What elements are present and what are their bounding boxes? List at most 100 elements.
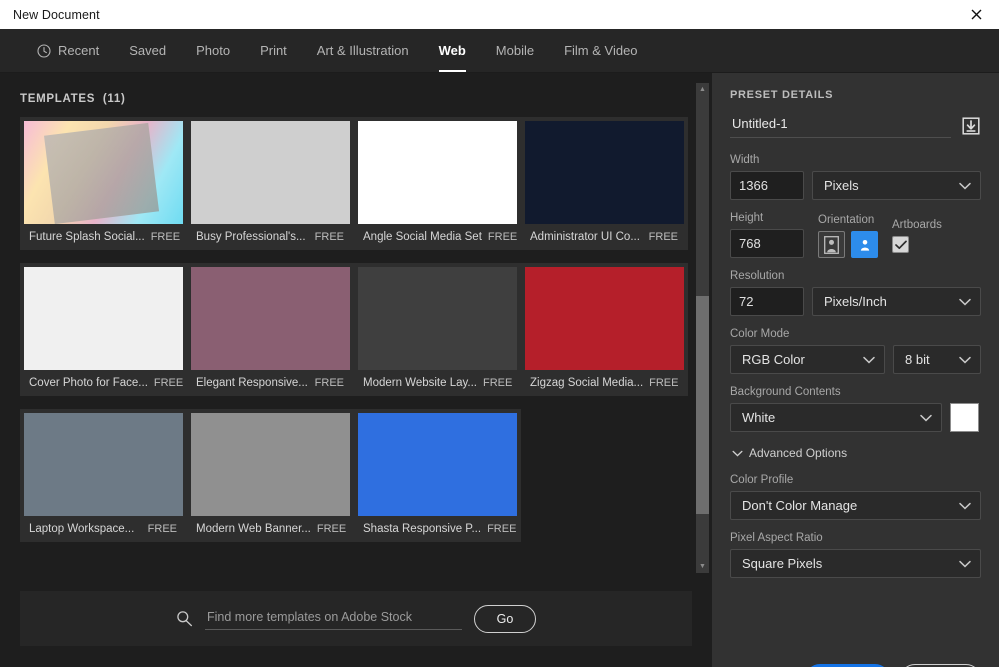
template-name: Shasta Responsive P... xyxy=(363,523,482,535)
stock-search-input[interactable] xyxy=(205,607,462,630)
template-name: Future Splash Social... xyxy=(29,231,145,243)
template-thumbnail xyxy=(191,413,350,516)
template-thumbnail xyxy=(24,413,183,516)
template-card[interactable]: Elegant Responsive... FREE xyxy=(187,263,354,396)
tab-recent[interactable]: Recent xyxy=(22,29,114,72)
preset-details-title: PRESET DETAILS xyxy=(730,89,834,101)
template-card[interactable]: Modern Website Lay... FREE xyxy=(354,263,521,396)
template-thumbnail-art xyxy=(358,267,517,370)
pixel-aspect-select[interactable]: Square Pixels xyxy=(730,549,981,578)
artboards-group: Artboards xyxy=(892,219,942,258)
advanced-options-toggle[interactable]: Advanced Options xyxy=(732,446,981,460)
background-contents-select[interactable]: White xyxy=(730,403,942,432)
template-card[interactable]: Shasta Responsive P... FREE xyxy=(354,409,521,542)
resolution-row: Pixels/Inch xyxy=(730,287,981,316)
template-card[interactable]: Modern Web Banner... FREE xyxy=(187,409,354,542)
template-price: FREE xyxy=(648,231,678,243)
templates-header-label: TEMPLATES xyxy=(20,93,96,105)
chevron-down-icon xyxy=(920,414,932,421)
pixel-aspect-label: Pixel Aspect Ratio xyxy=(730,532,823,544)
tab-mobile[interactable]: Mobile xyxy=(481,29,549,72)
orientation-buttons xyxy=(818,231,878,258)
orientation-landscape-button[interactable] xyxy=(851,231,878,258)
color-mode-row: RGB Color 8 bit xyxy=(730,345,981,374)
tab-mobile-label: Mobile xyxy=(495,43,535,58)
height-orientation-row: Height Orientation xyxy=(730,212,981,258)
template-label: Elegant Responsive... FREE xyxy=(191,370,350,396)
width-group: Width Pixels xyxy=(730,154,981,212)
scroll-down-icon[interactable]: ▼ xyxy=(696,560,709,573)
background-contents-value: White xyxy=(742,410,776,425)
resolution-unit-select[interactable]: Pixels/Inch xyxy=(812,287,981,316)
chevron-down-icon xyxy=(959,356,971,363)
advanced-options-label: Advanced Options xyxy=(749,446,848,460)
scrollbar-thumb[interactable] xyxy=(696,296,709,514)
resolution-input[interactable] xyxy=(730,287,804,316)
tab-web[interactable]: Web xyxy=(424,29,481,72)
tab-print[interactable]: Print xyxy=(245,29,302,72)
width-input[interactable] xyxy=(730,171,804,200)
scroll-up-icon[interactable]: ▲ xyxy=(696,83,709,96)
template-label: Cover Photo for Face... FREE xyxy=(24,370,183,396)
template-price: FREE xyxy=(483,377,513,389)
template-card[interactable]: Cover Photo for Face... FREE xyxy=(20,263,187,396)
color-profile-group: Color Profile Don't Color Manage xyxy=(730,474,981,532)
document-name-input[interactable] xyxy=(730,114,951,138)
template-name: Busy Professional's... xyxy=(196,231,306,243)
height-input[interactable] xyxy=(730,229,804,258)
template-price: FREE xyxy=(316,523,347,535)
artboards-checkbox[interactable] xyxy=(892,236,909,253)
close-icon[interactable] xyxy=(954,0,999,29)
template-name: Zigzag Social Media... xyxy=(530,377,644,389)
tab-saved-label: Saved xyxy=(129,43,167,58)
checkmark-icon xyxy=(894,240,907,249)
stock-go-button[interactable]: Go xyxy=(474,604,536,633)
template-thumbnail-art xyxy=(24,413,183,516)
template-thumbnail-art xyxy=(358,413,517,516)
tab-photo[interactable]: Photo xyxy=(181,29,245,72)
chevron-down-icon xyxy=(863,356,875,363)
width-unit-select[interactable]: Pixels xyxy=(812,171,981,200)
tab-art-illustration[interactable]: Art & Illustration xyxy=(302,29,424,72)
chevron-down-icon xyxy=(959,560,971,567)
document-name-row xyxy=(730,114,981,138)
portrait-icon xyxy=(824,235,839,254)
background-contents-label: Background Contents xyxy=(730,386,841,398)
background-color-swatch[interactable] xyxy=(950,403,979,432)
template-name: Angle Social Media Set xyxy=(363,231,482,243)
bit-depth-select[interactable]: 8 bit xyxy=(893,345,981,374)
tab-photo-label: Photo xyxy=(196,43,231,58)
color-profile-select[interactable]: Don't Color Manage xyxy=(730,491,981,520)
window-title-bar: New Document xyxy=(0,0,999,29)
preset-details-panel: PRESET DETAILS Width Pixels xyxy=(712,73,999,667)
landscape-icon xyxy=(855,237,874,252)
template-card[interactable]: Laptop Workspace... FREE xyxy=(20,409,187,542)
bit-depth-value: 8 bit xyxy=(905,352,930,367)
tab-film-video[interactable]: Film & Video xyxy=(549,29,652,72)
template-card[interactable]: Future Splash Social... FREE xyxy=(20,117,187,250)
templates-scrollbar[interactable]: ▲ ▼ xyxy=(696,83,709,573)
template-price: FREE xyxy=(314,377,344,389)
template-card[interactable]: Zigzag Social Media... FREE xyxy=(521,263,688,396)
template-card[interactable]: Busy Professional's... FREE xyxy=(187,117,354,250)
adobe-stock-search-bar: Go xyxy=(20,591,692,646)
template-label: Administrator UI Co... FREE xyxy=(525,224,684,250)
template-card[interactable]: Angle Social Media Set FREE xyxy=(354,117,521,250)
template-thumbnail xyxy=(24,267,183,370)
color-mode-label: Color Mode xyxy=(730,328,790,340)
template-thumbnail-art xyxy=(525,267,684,370)
resolution-label: Resolution xyxy=(730,270,785,282)
pixel-aspect-value: Square Pixels xyxy=(742,556,823,571)
template-name: Elegant Responsive... xyxy=(196,377,308,389)
template-name: Laptop Workspace... xyxy=(29,523,135,535)
template-thumbnail-art xyxy=(525,121,684,224)
save-preset-icon[interactable] xyxy=(961,116,981,136)
color-profile-value: Don't Color Manage xyxy=(742,498,858,513)
category-tab-bar: Recent Saved Photo Print Art & Illustrat… xyxy=(0,29,999,73)
tab-saved[interactable]: Saved xyxy=(114,29,181,72)
template-card[interactable]: Administrator UI Co... FREE xyxy=(521,117,688,250)
templates-grid: Future Splash Social... FREE Busy Professi… xyxy=(20,117,697,542)
template-thumbnail xyxy=(525,267,684,370)
color-mode-select[interactable]: RGB Color xyxy=(730,345,885,374)
orientation-portrait-button[interactable] xyxy=(818,231,845,258)
